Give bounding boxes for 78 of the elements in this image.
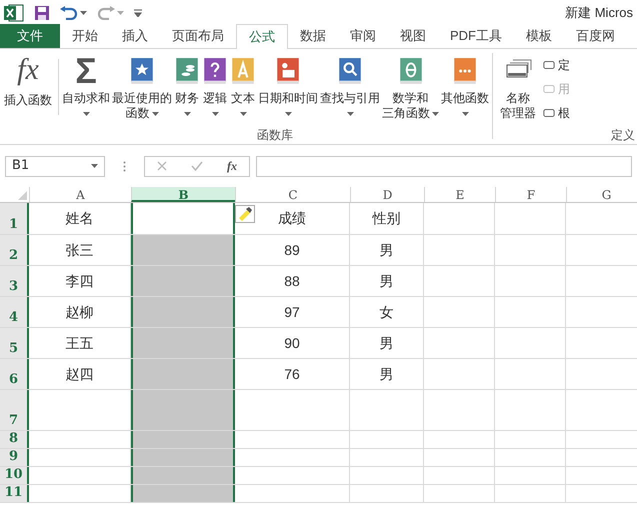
function-library-button[interactable]: 最近使用的 函数 (111, 55, 173, 121)
table-cell: 90 (235, 328, 350, 358)
label-icon (543, 83, 555, 95)
table-cell: 76 (235, 359, 350, 389)
row-header[interactable]: 11 (0, 485, 29, 502)
row-header[interactable]: 8 (0, 431, 29, 448)
group-label: 定义 (611, 127, 636, 144)
row-header[interactable]: 9 (0, 449, 29, 466)
label-icon (543, 107, 555, 119)
row-header[interactable]: 1 (0, 203, 29, 234)
ribbon-tab[interactable]: 百度网 (564, 24, 627, 48)
name-box[interactable]: B1 (5, 156, 105, 176)
column-header[interactable]: C (235, 187, 350, 202)
function-library-button[interactable]: 文本 (229, 55, 257, 121)
row-header[interactable]: 2 (0, 235, 29, 265)
check-icon[interactable] (191, 161, 203, 171)
row-header[interactable]: 7 (0, 390, 29, 430)
ribbon-tab[interactable]: 模板 (514, 24, 564, 48)
group-label: 函数库 (256, 127, 293, 144)
column-header[interactable]: D (350, 187, 424, 202)
formula-input[interactable] (256, 156, 632, 176)
table-cell: 89 (235, 235, 350, 265)
ribbon-tab[interactable]: PDF工具 (438, 24, 514, 48)
row-header[interactable]: 5 (0, 328, 29, 358)
table-cell: 男 (350, 359, 424, 389)
select-all-icon[interactable] (18, 191, 27, 200)
name-manager-button[interactable]: 名称 管理器 (495, 55, 541, 126)
caret-icon (91, 164, 98, 168)
ribbon-tab[interactable]: 页面布局 (160, 24, 236, 48)
spreadsheet-app-icon[interactable] (4, 4, 24, 22)
table-cell: 成绩 (235, 203, 350, 234)
save-icon[interactable] (34, 4, 50, 20)
label-icon (543, 59, 555, 71)
row-header[interactable]: 10 (0, 467, 29, 484)
ribbon-tab[interactable]: 审阅 (338, 24, 388, 48)
cancel-icon[interactable] (157, 161, 167, 171)
undo-icon[interactable] (60, 6, 78, 20)
column-header[interactable]: E (424, 187, 495, 202)
sigma-icon: Σ (75, 55, 97, 87)
table-cell: 男 (350, 235, 424, 265)
define-name-item[interactable]: 根 (543, 103, 570, 123)
customize-toolbar-icon[interactable] (134, 8, 142, 16)
insert-function-button[interactable]: fx 插入函数 (0, 55, 56, 109)
ribbon-tab[interactable]: 公式 (236, 24, 288, 49)
caret-icon (117, 10, 124, 14)
table-cell: 男 (350, 328, 424, 358)
row-header[interactable]: 6 (0, 359, 29, 389)
row-header[interactable]: 3 (0, 266, 29, 296)
table-cell: 88 (235, 266, 350, 296)
function-library-button[interactable]: 财务 (173, 55, 201, 121)
function-library-button[interactable]: 日期和时间 (257, 55, 319, 121)
column-header[interactable]: B (131, 187, 235, 202)
ribbon-tab[interactable]: 视图 (388, 24, 438, 48)
redo-icon[interactable] (97, 6, 115, 20)
function-library-button[interactable]: Σ 自动求和 (61, 55, 111, 121)
function-library-button[interactable]: 其他函数 (440, 55, 490, 121)
table-cell: 性别 (350, 203, 424, 234)
insert-function-button[interactable]: fx (227, 157, 237, 175)
column-header[interactable]: G (566, 187, 637, 202)
table-cell: 97 (235, 297, 350, 327)
table-cell: 女 (350, 297, 424, 327)
define-name-item[interactable]: 定 (543, 55, 570, 75)
column-header[interactable]: F (495, 187, 566, 202)
ribbon-tab[interactable]: 数据 (288, 24, 338, 48)
function-icon: fx (17, 55, 39, 85)
table-cell: 男 (350, 266, 424, 296)
caret-icon (80, 10, 87, 14)
function-library-button[interactable]: 数学和 三角函数 (381, 55, 440, 121)
paste-options-icon[interactable] (235, 205, 255, 223)
row-header[interactable]: 4 (0, 297, 29, 327)
window-title: 新建 Micros (565, 4, 633, 22)
ribbon-tab[interactable]: 开始 (60, 24, 110, 48)
file-tab[interactable]: 文件 (0, 24, 60, 48)
function-library-button[interactable]: 逻辑 (201, 55, 229, 121)
drag-handle-icon[interactable] (123, 160, 126, 172)
ribbon-tab[interactable]: 插入 (110, 24, 160, 48)
function-library-button[interactable]: 查找与引用 (319, 55, 381, 121)
table-cell: 姓名 (29, 203, 131, 234)
